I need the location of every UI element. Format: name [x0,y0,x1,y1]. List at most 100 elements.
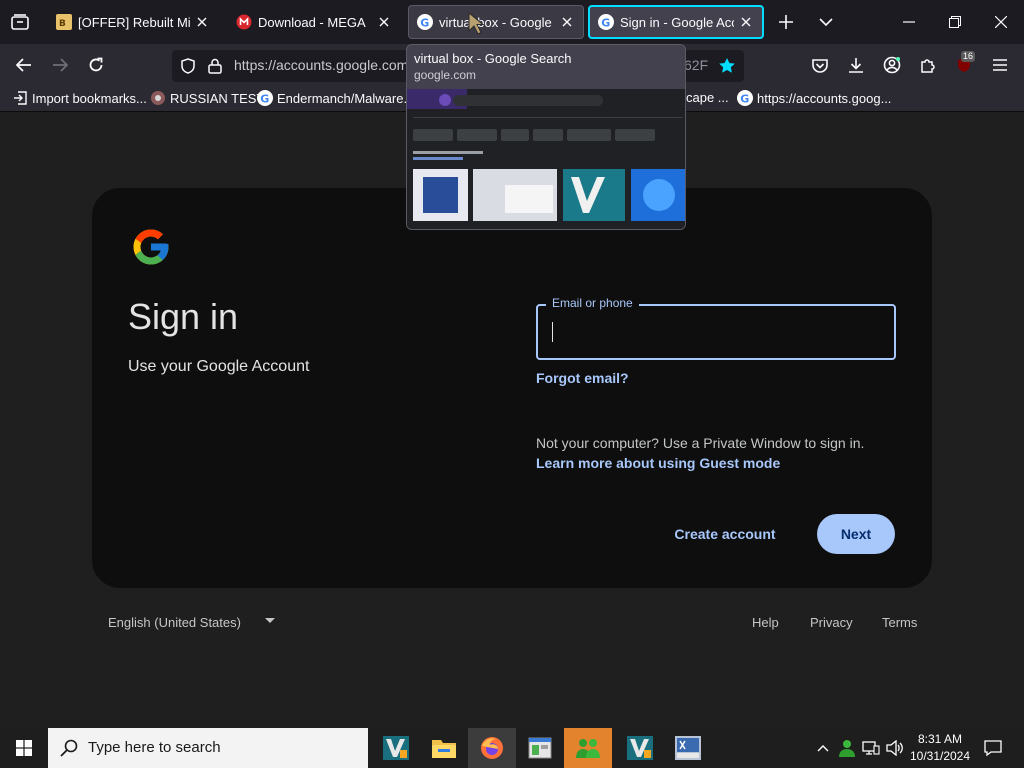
google-icon: G [417,14,433,30]
help-link[interactable]: Help [752,615,779,630]
taskbar-search-box[interactable]: Type here to search [48,728,368,768]
hamburger-menu-icon [993,59,1007,71]
taskbar-app-windows-2000[interactable] [664,728,712,768]
close-icon[interactable] [738,14,754,30]
language-selector[interactable]: English (United States) [108,615,241,630]
tester-site-icon [150,90,166,106]
windows-logo-icon [16,740,32,756]
dropdown-caret-icon[interactable] [265,618,275,623]
tab-mega-download[interactable]: Download - MEGA [228,5,400,39]
close-window-button[interactable] [978,0,1024,44]
url-tail-text: 62F [684,57,709,73]
back-button[interactable] [9,51,39,79]
email-field-label: Email or phone [546,296,639,310]
clock-date: 10/31/2024 [909,749,971,763]
preview-title: virtual box - Google Search [414,51,572,66]
email-field[interactable]: Email or phone [536,296,896,360]
arrow-left-icon [16,58,31,72]
next-button[interactable]: Next [817,514,895,554]
preview-thumbnail [407,89,685,229]
restore-icon [949,16,961,28]
firefox-view-icon [11,14,29,30]
screen: B [OFFER] Rebuilt Microsoft Download - M… [0,0,1024,768]
account-button[interactable] [877,51,907,79]
tracking-protection-shield-icon[interactable] [180,58,196,79]
restore-button[interactable] [932,0,978,44]
notification-icon [984,740,1002,756]
google-icon: G [737,90,753,106]
tray-users-icon-button[interactable] [836,728,858,768]
create-account-button[interactable]: Create account [660,514,790,554]
volume-button[interactable] [884,728,906,768]
google-icon: G [598,14,614,30]
taskbar-app-file-explorer[interactable] [420,728,468,768]
speaker-icon [886,740,903,756]
puzzle-icon [921,59,935,73]
taskbar-app-virtualbox-b[interactable] [616,728,664,768]
taskbar-app-green-figures[interactable] [564,728,612,768]
person-tray-icon [839,740,855,757]
forgot-email-link[interactable]: Forgot email? [536,370,629,386]
ublock-extension-button[interactable]: 16 [949,51,979,79]
virtualbox-app-icon [627,736,653,760]
download-icon [849,58,863,73]
tab-title: Download - MEGA [258,14,366,30]
clock-time: 8:31 AM [917,732,963,746]
bookmark-accounts-google[interactable]: G https://accounts.goog... [737,90,891,106]
taskbar-app-firefox[interactable] [468,728,516,768]
svg-text:G: G [740,92,749,105]
tab-preview-tooltip: virtual box - Google Search google.com [406,44,686,230]
not-your-computer-text: Not your computer? Use a Private Window … [536,435,865,451]
users-app-icon [576,739,600,758]
notification-center-button[interactable] [978,728,1008,768]
bookmark-endermanch-malware[interactable]: G Endermanch/Malware... [257,90,414,106]
search-placeholder: Type here to search [88,739,221,756]
bookmark-russian-test[interactable]: RUSSIAN TEST [150,90,264,106]
bookmark-import[interactable]: Import bookmarks... [12,90,147,106]
taskbar-app-virtualbox-a[interactable] [372,728,420,768]
bookmark-star-icon[interactable] [718,57,736,80]
tab-title: [OFFER] Rebuilt Microsoft [78,14,190,30]
show-hidden-icons-button[interactable] [812,728,834,768]
network-button[interactable] [860,728,882,768]
windows-2000-app-icon [675,736,701,760]
network-icon [862,741,880,755]
taskbar-clock[interactable]: 8:31 AM 10/31/2024 [906,731,974,765]
taskbar-app-control-panel[interactable] [516,728,564,768]
close-icon[interactable] [559,14,575,30]
pocket-button[interactable] [805,51,835,79]
downloads-button[interactable] [841,51,871,79]
privacy-link[interactable]: Privacy [810,615,853,630]
bookmark-cape[interactable]: cape ... [686,90,729,105]
svg-text:G: G [420,16,429,29]
close-icon[interactable] [194,14,210,30]
tab-virtual-box-search[interactable]: G virtual box - Google Search [408,5,584,39]
tab-title: virtual box - Google Search [439,14,555,30]
google-icon: G [257,90,273,106]
lock-icon[interactable] [208,58,222,79]
terms-link[interactable]: Terms [882,615,917,630]
folder-icon [432,740,456,758]
list-all-tabs-button[interactable] [812,8,840,36]
close-icon[interactable] [376,14,392,30]
firefox-view-button[interactable] [0,0,40,44]
tab-offer-rebuilt[interactable]: B [OFFER] Rebuilt Microsoft [48,5,218,39]
tab-google-sign-in[interactable]: G Sign in - Google Accounts [588,5,764,39]
start-button[interactable] [0,728,48,768]
google-logo-icon [130,226,172,273]
extensions-button[interactable] [913,51,943,79]
reload-button[interactable] [81,51,111,79]
extension-badge: 16 [961,51,976,62]
search-icon [60,739,78,762]
url-text: https://accounts.google.com [234,57,409,73]
svg-text:B: B [59,19,66,29]
new-tab-button[interactable] [772,8,800,36]
minimize-button[interactable] [886,0,932,44]
virtualbox-app-icon [383,736,409,760]
menu-button[interactable] [985,51,1015,79]
plus-icon [779,15,793,29]
learn-guest-mode-link[interactable]: Learn more about using Guest mode [536,455,780,471]
forward-button[interactable] [45,51,75,79]
chevron-down-icon [819,18,833,27]
pocket-icon [812,58,828,73]
